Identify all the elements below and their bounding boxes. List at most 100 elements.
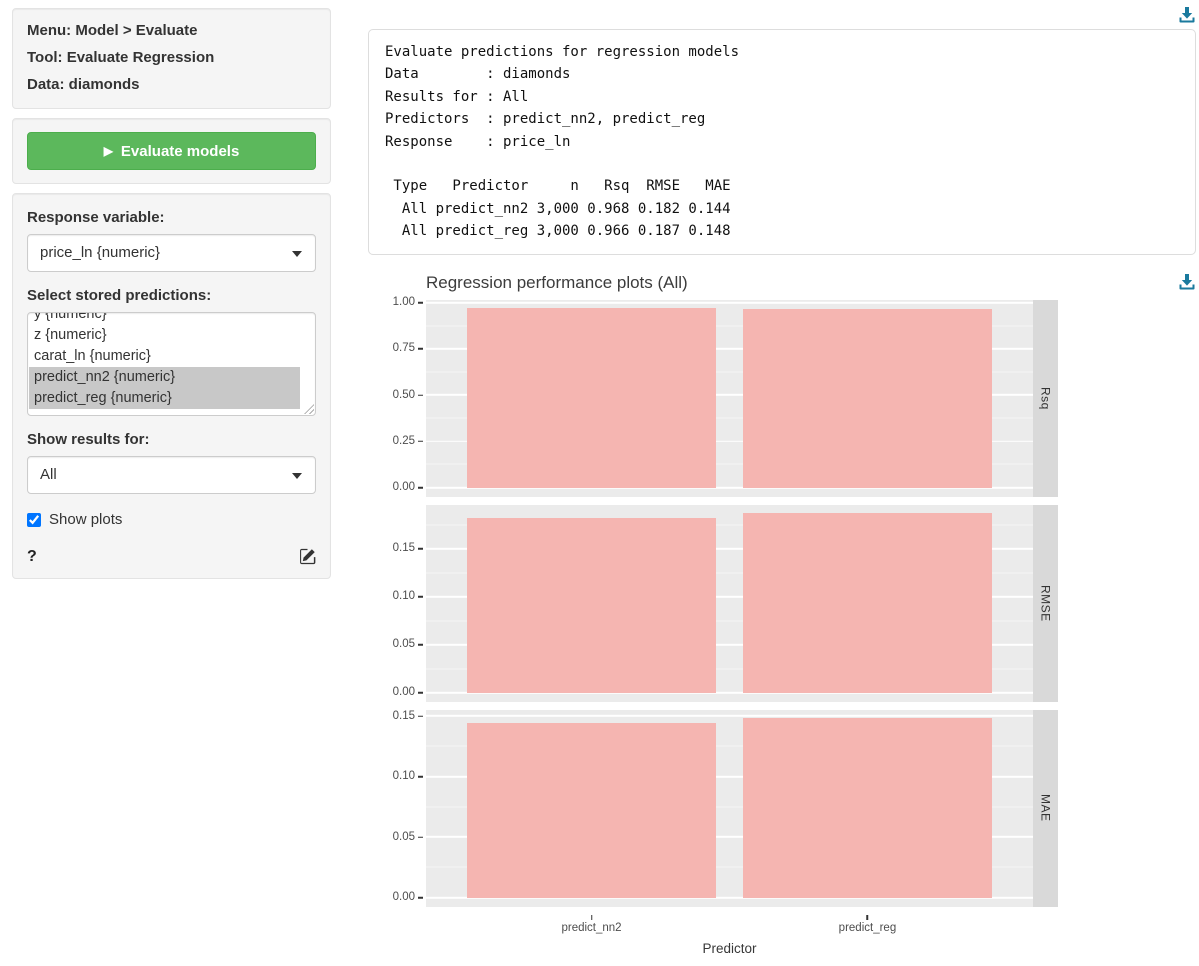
major-gridline xyxy=(426,715,1033,717)
y-tick-label: 0.15 xyxy=(393,710,415,722)
y-tick-label: 0.25 xyxy=(393,436,415,448)
menu-context: Menu: Model > Evaluate xyxy=(27,22,316,39)
response-variable-select[interactable]: price_ln {numeric} xyxy=(27,234,316,272)
plot-section: Regression performance plots (All) 0.000… xyxy=(368,273,1196,956)
facet-panel-mae xyxy=(426,710,1033,907)
y-tick-label: 0.50 xyxy=(393,389,415,401)
show-plots-checkbox[interactable] xyxy=(27,513,41,527)
bar-predict_nn2-rmse xyxy=(467,518,715,692)
tool-context: Tool: Evaluate Regression xyxy=(27,49,316,66)
y-tick-mark xyxy=(418,715,423,717)
prediction-option[interactable]: y {numeric} xyxy=(29,312,300,325)
x-tick-label: predict_reg xyxy=(839,922,897,934)
facet-row-mae: 0.00 0.05 0.10 0.15 MAE xyxy=(368,710,1058,907)
y-tick-mark xyxy=(418,644,423,646)
predictions-label: Select stored predictions: xyxy=(27,287,316,304)
predictions-list-inner: y {numeric}z {numeric}carat_ln {numeric}… xyxy=(29,312,314,409)
plot-title: Regression performance plots (All) xyxy=(426,273,688,293)
facet-strip-label: Rsq xyxy=(1039,387,1053,410)
x-tick-mark xyxy=(591,915,593,920)
y-axis-rsq: 0.00 0.25 0.50 0.75 1.00 xyxy=(368,300,426,497)
download-icon xyxy=(1178,6,1196,24)
x-axis: predict_nn2 predict_reg xyxy=(368,915,1058,941)
response-variable-value: price_ln {numeric} xyxy=(40,244,160,261)
show-results-select[interactable]: All xyxy=(27,456,316,494)
y-tick-label: 0.00 xyxy=(393,892,415,904)
y-tick-label: 0.00 xyxy=(393,482,415,494)
x-tick-mark xyxy=(867,915,869,920)
help-button[interactable]: ? xyxy=(27,549,37,565)
plot-header: Regression performance plots (All) xyxy=(368,273,1196,293)
evaluate-models-label: Evaluate models xyxy=(121,143,239,160)
axis-spacer xyxy=(1033,915,1058,941)
y-tick-mark xyxy=(418,897,423,899)
download-summary-button[interactable] xyxy=(1178,6,1196,26)
download-icon xyxy=(1178,273,1196,291)
facet-strip-label: RMSE xyxy=(1039,585,1053,622)
y-tick-label: 0.00 xyxy=(393,687,415,699)
y-tick-label: 0.05 xyxy=(393,831,415,843)
show-results-label: Show results for: xyxy=(27,431,316,448)
evaluate-models-button[interactable]: ▶ Evaluate models xyxy=(27,132,316,170)
facet-row-rmse: 0.00 0.05 0.10 0.15 RMSE xyxy=(368,505,1058,702)
facet-chart: 0.00 0.25 0.50 0.75 1.00 Rsq 0.00 0.05 0.10 0.15 R… xyxy=(368,300,1058,956)
facet-strip-rsq: Rsq xyxy=(1033,300,1058,497)
y-tick-label: 0.10 xyxy=(393,771,415,783)
prediction-option[interactable]: z {numeric} xyxy=(29,325,300,346)
y-axis-rmse: 0.00 0.05 0.10 0.15 xyxy=(368,505,426,702)
show-plots-label: Show plots xyxy=(49,511,122,528)
download-plot-button[interactable] xyxy=(1178,273,1196,291)
summary-toolbar xyxy=(368,6,1196,26)
prediction-option[interactable]: predict_reg {numeric} xyxy=(29,388,300,409)
sidebar: Menu: Model > Evaluate Tool: Evaluate Re… xyxy=(12,8,331,966)
facet-strip-mae: MAE xyxy=(1033,710,1058,907)
axis-spacer xyxy=(1033,941,1058,956)
facet-panel-rmse xyxy=(426,505,1033,702)
y-tick-label: 0.05 xyxy=(393,639,415,651)
y-tick-mark xyxy=(418,776,423,778)
y-tick-label: 0.75 xyxy=(393,343,415,355)
prediction-option[interactable]: carat_ln {numeric} xyxy=(29,346,300,367)
x-axis-title: Predictor xyxy=(426,941,1033,956)
context-panel: Menu: Model > Evaluate Tool: Evaluate Re… xyxy=(12,8,331,109)
facet-panel-rsq xyxy=(426,300,1033,497)
x-axis-title-row: Predictor xyxy=(368,941,1058,956)
x-tick-label: predict_nn2 xyxy=(561,922,621,934)
y-tick-label: 1.00 xyxy=(393,297,415,309)
y-tick-label: 0.15 xyxy=(393,543,415,555)
edit-code-button[interactable] xyxy=(299,548,316,565)
y-tick-mark xyxy=(418,302,423,304)
y-axis-mae: 0.00 0.05 0.10 0.15 xyxy=(368,710,426,907)
axis-spacer xyxy=(368,915,426,941)
summary-text: Evaluate predictions for regression mode… xyxy=(385,41,1179,243)
y-tick-mark xyxy=(418,441,423,443)
y-tick-mark xyxy=(418,487,423,489)
y-tick-label: 0.10 xyxy=(393,591,415,603)
x-axis-area: predict_nn2 predict_reg xyxy=(426,915,1033,941)
y-tick-mark xyxy=(418,548,423,550)
y-tick-mark xyxy=(418,348,423,350)
facet-strip-label: MAE xyxy=(1039,794,1053,822)
main-content: Evaluate predictions for regression mode… xyxy=(331,0,1199,966)
play-icon: ▶ xyxy=(104,145,113,157)
axis-spacer xyxy=(368,941,426,956)
bar-predict_reg-mae xyxy=(743,718,991,897)
bar-predict_reg-rmse xyxy=(743,513,991,692)
predictions-list[interactable]: y {numeric}z {numeric}carat_ln {numeric}… xyxy=(27,312,316,416)
facet-row-rsq: 0.00 0.25 0.50 0.75 1.00 Rsq xyxy=(368,300,1058,497)
prediction-option[interactable]: predict_nn2 {numeric} xyxy=(29,367,300,388)
summary-output: Evaluate predictions for regression mode… xyxy=(368,29,1196,255)
y-tick-mark xyxy=(418,394,423,396)
bar-predict_nn2-mae xyxy=(467,723,715,897)
data-context: Data: diamonds xyxy=(27,76,316,93)
y-tick-mark xyxy=(418,836,423,838)
bar-predict_nn2-rsq xyxy=(467,308,715,487)
settings-panel: Response variable: price_ln {numeric} Se… xyxy=(12,193,331,579)
pencil-square-icon xyxy=(299,548,316,565)
radiant-app: Menu: Model > Evaluate Tool: Evaluate Re… xyxy=(0,0,1199,966)
bar-predict_reg-rsq xyxy=(743,309,991,488)
response-variable-label: Response variable: xyxy=(27,209,316,226)
major-gridline xyxy=(426,302,1033,304)
show-plots-row: Show plots xyxy=(27,511,316,528)
action-panel: ▶ Evaluate models xyxy=(12,118,331,184)
